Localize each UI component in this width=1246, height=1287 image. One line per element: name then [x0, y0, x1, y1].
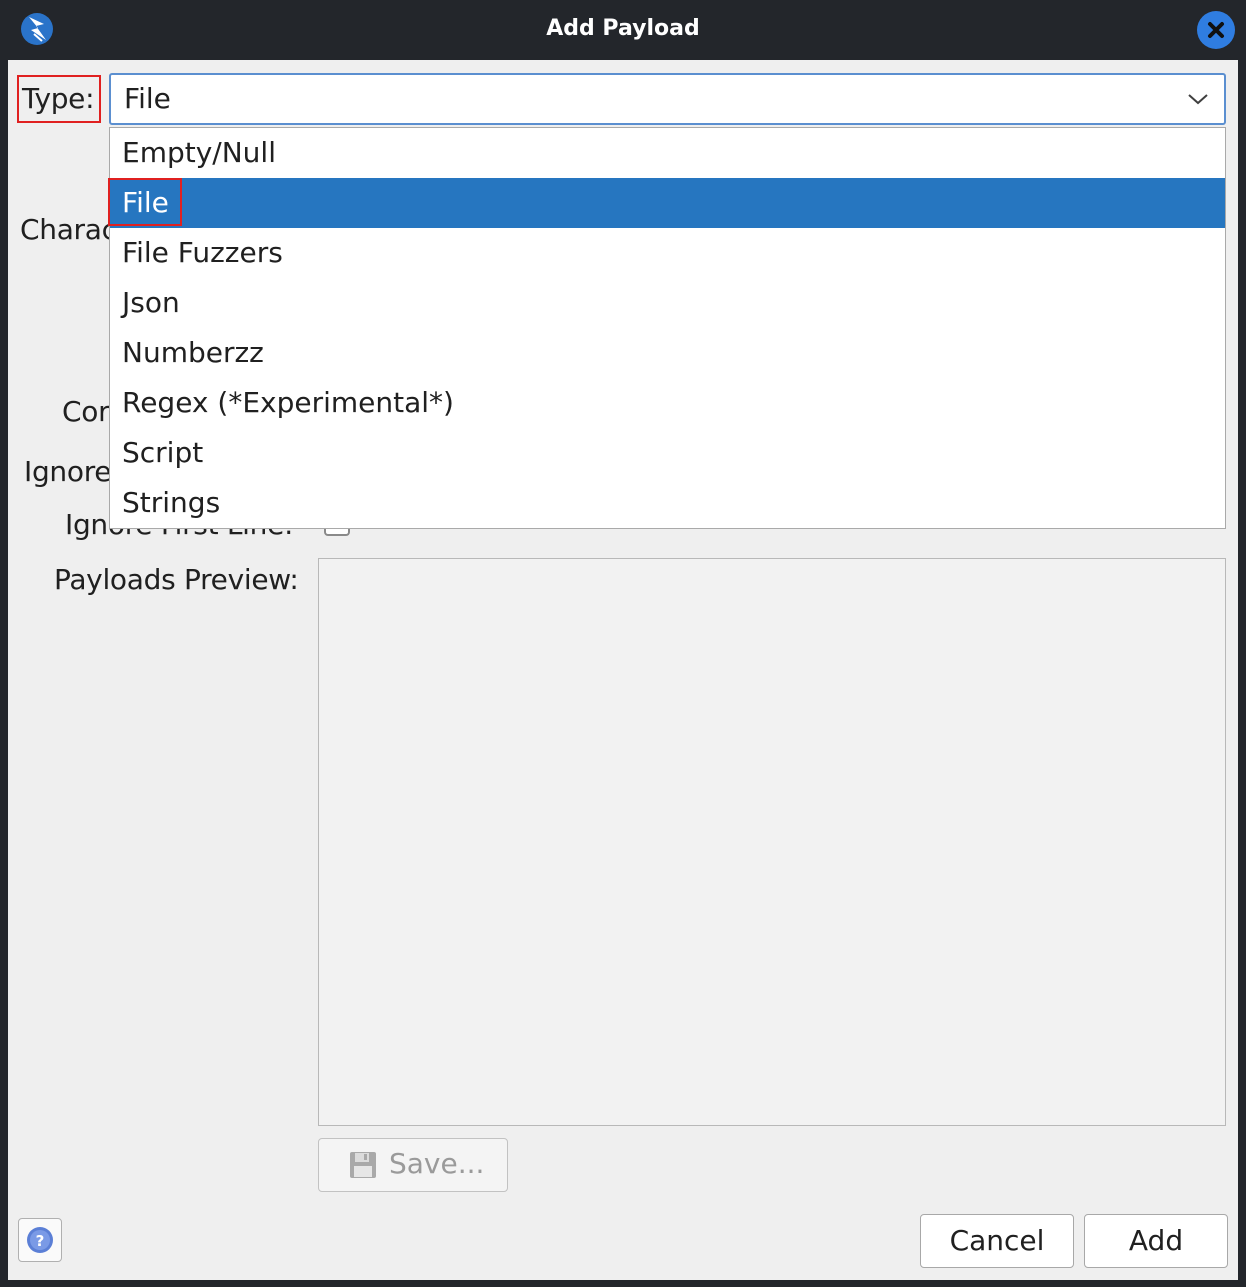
dropdown-option-file[interactable]: File [108, 178, 1225, 228]
chevron-down-icon [1188, 94, 1208, 105]
close-icon [1208, 22, 1224, 38]
title-bar: Add Payload [0, 0, 1246, 60]
dropdown-option-file-fuzzers[interactable]: File Fuzzers [110, 228, 1225, 278]
type-combobox[interactable]: File [109, 73, 1226, 125]
close-button[interactable] [1197, 11, 1235, 49]
svg-text:?: ? [36, 1232, 45, 1250]
payloads-preview-area[interactable] [318, 558, 1226, 1126]
dropdown-option-regex[interactable]: Regex (*Experimental*) [110, 378, 1225, 428]
type-label: Type: [17, 75, 101, 123]
option-label: Json [122, 286, 180, 319]
type-dropdown-list: Empty/Null File File Fuzzers Json Number… [108, 127, 1226, 529]
option-label: Regex (*Experimental*) [122, 386, 454, 419]
type-combobox-value: File [124, 82, 171, 115]
dropdown-option-script[interactable]: Script [110, 428, 1225, 478]
dialog-body: Type: File Charac Cor Ignore Ignore Firs… [8, 60, 1238, 1280]
save-button[interactable]: Save... [318, 1138, 508, 1192]
payloads-preview-label: Payloads Preview: [54, 563, 299, 596]
add-button[interactable]: Add [1084, 1214, 1228, 1268]
annotation-highlight-box [108, 178, 182, 226]
save-button-label: Save... [389, 1147, 485, 1180]
dropdown-option-strings[interactable]: Strings [110, 478, 1225, 528]
option-label: Empty/Null [122, 136, 276, 169]
comment-label: Cor [62, 395, 110, 428]
floppy-disk-icon [350, 1152, 376, 1178]
ignore-empty-label: Ignore [24, 455, 112, 488]
window-title: Add Payload [546, 16, 700, 41]
dropdown-option-empty-null[interactable]: Empty/Null [110, 128, 1225, 178]
help-icon: ? [27, 1227, 53, 1253]
option-label: Strings [122, 486, 221, 519]
option-label: File Fuzzers [122, 236, 283, 269]
option-label: Script [122, 436, 204, 469]
dropdown-option-json[interactable]: Json [110, 278, 1225, 328]
help-button[interactable]: ? [18, 1218, 62, 1262]
charset-label: Charac [20, 213, 117, 246]
add-payload-dialog: Add Payload Type: File Charac Cor Ignore… [0, 0, 1246, 1287]
cancel-button[interactable]: Cancel [920, 1214, 1074, 1268]
option-label: Numberzz [122, 336, 264, 369]
dropdown-option-numberzz[interactable]: Numberzz [110, 328, 1225, 378]
